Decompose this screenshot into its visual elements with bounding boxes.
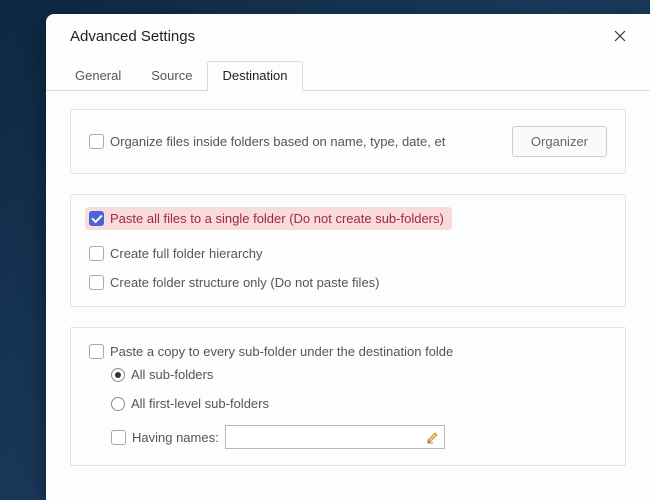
close-icon [614,30,626,42]
close-button[interactable] [604,20,636,52]
paste-single-label: Paste all files to a single folder (Do n… [110,211,444,226]
organize-checkbox[interactable] [89,134,104,149]
paste-copy-checkbox[interactable] [89,344,104,359]
tab-destination[interactable]: Destination [207,61,302,91]
paste-copy-group: Paste a copy to every sub-folder under t… [70,327,626,466]
full-hierarchy-label: Create full folder hierarchy [110,246,262,261]
folder-options-group: Paste all files to a single folder (Do n… [70,194,626,307]
paste-copy-label: Paste a copy to every sub-folder under t… [110,344,453,359]
all-sub-radio[interactable] [111,368,125,382]
structure-only-checkbox[interactable] [89,275,104,290]
titlebar: Advanced Settings [46,14,650,58]
tab-general[interactable]: General [60,61,136,91]
having-names-checkbox[interactable] [111,430,126,445]
organize-label: Organize files inside folders based on n… [110,134,445,149]
tab-bar: General Source Destination [46,60,650,91]
structure-only-label: Create folder structure only (Do not pas… [110,275,380,290]
window-title: Advanced Settings [70,28,604,45]
paste-single-checkbox[interactable] [89,211,104,226]
tab-source[interactable]: Source [136,61,207,91]
tab-content: Organize files inside folders based on n… [46,91,650,496]
settings-window: Advanced Settings General Source Destina… [46,14,650,500]
all-sub-label: All sub-folders [131,367,213,382]
full-hierarchy-checkbox[interactable] [89,246,104,261]
organize-group: Organize files inside folders based on n… [70,109,626,174]
organizer-button[interactable]: Organizer [512,126,607,157]
first-level-label: All first-level sub-folders [131,396,269,411]
having-names-label: Having names: [132,430,219,445]
first-level-radio[interactable] [111,397,125,411]
pencil-icon[interactable] [425,429,441,445]
having-names-input[interactable] [225,425,445,449]
paste-single-highlight: Paste all files to a single folder (Do n… [85,207,452,230]
